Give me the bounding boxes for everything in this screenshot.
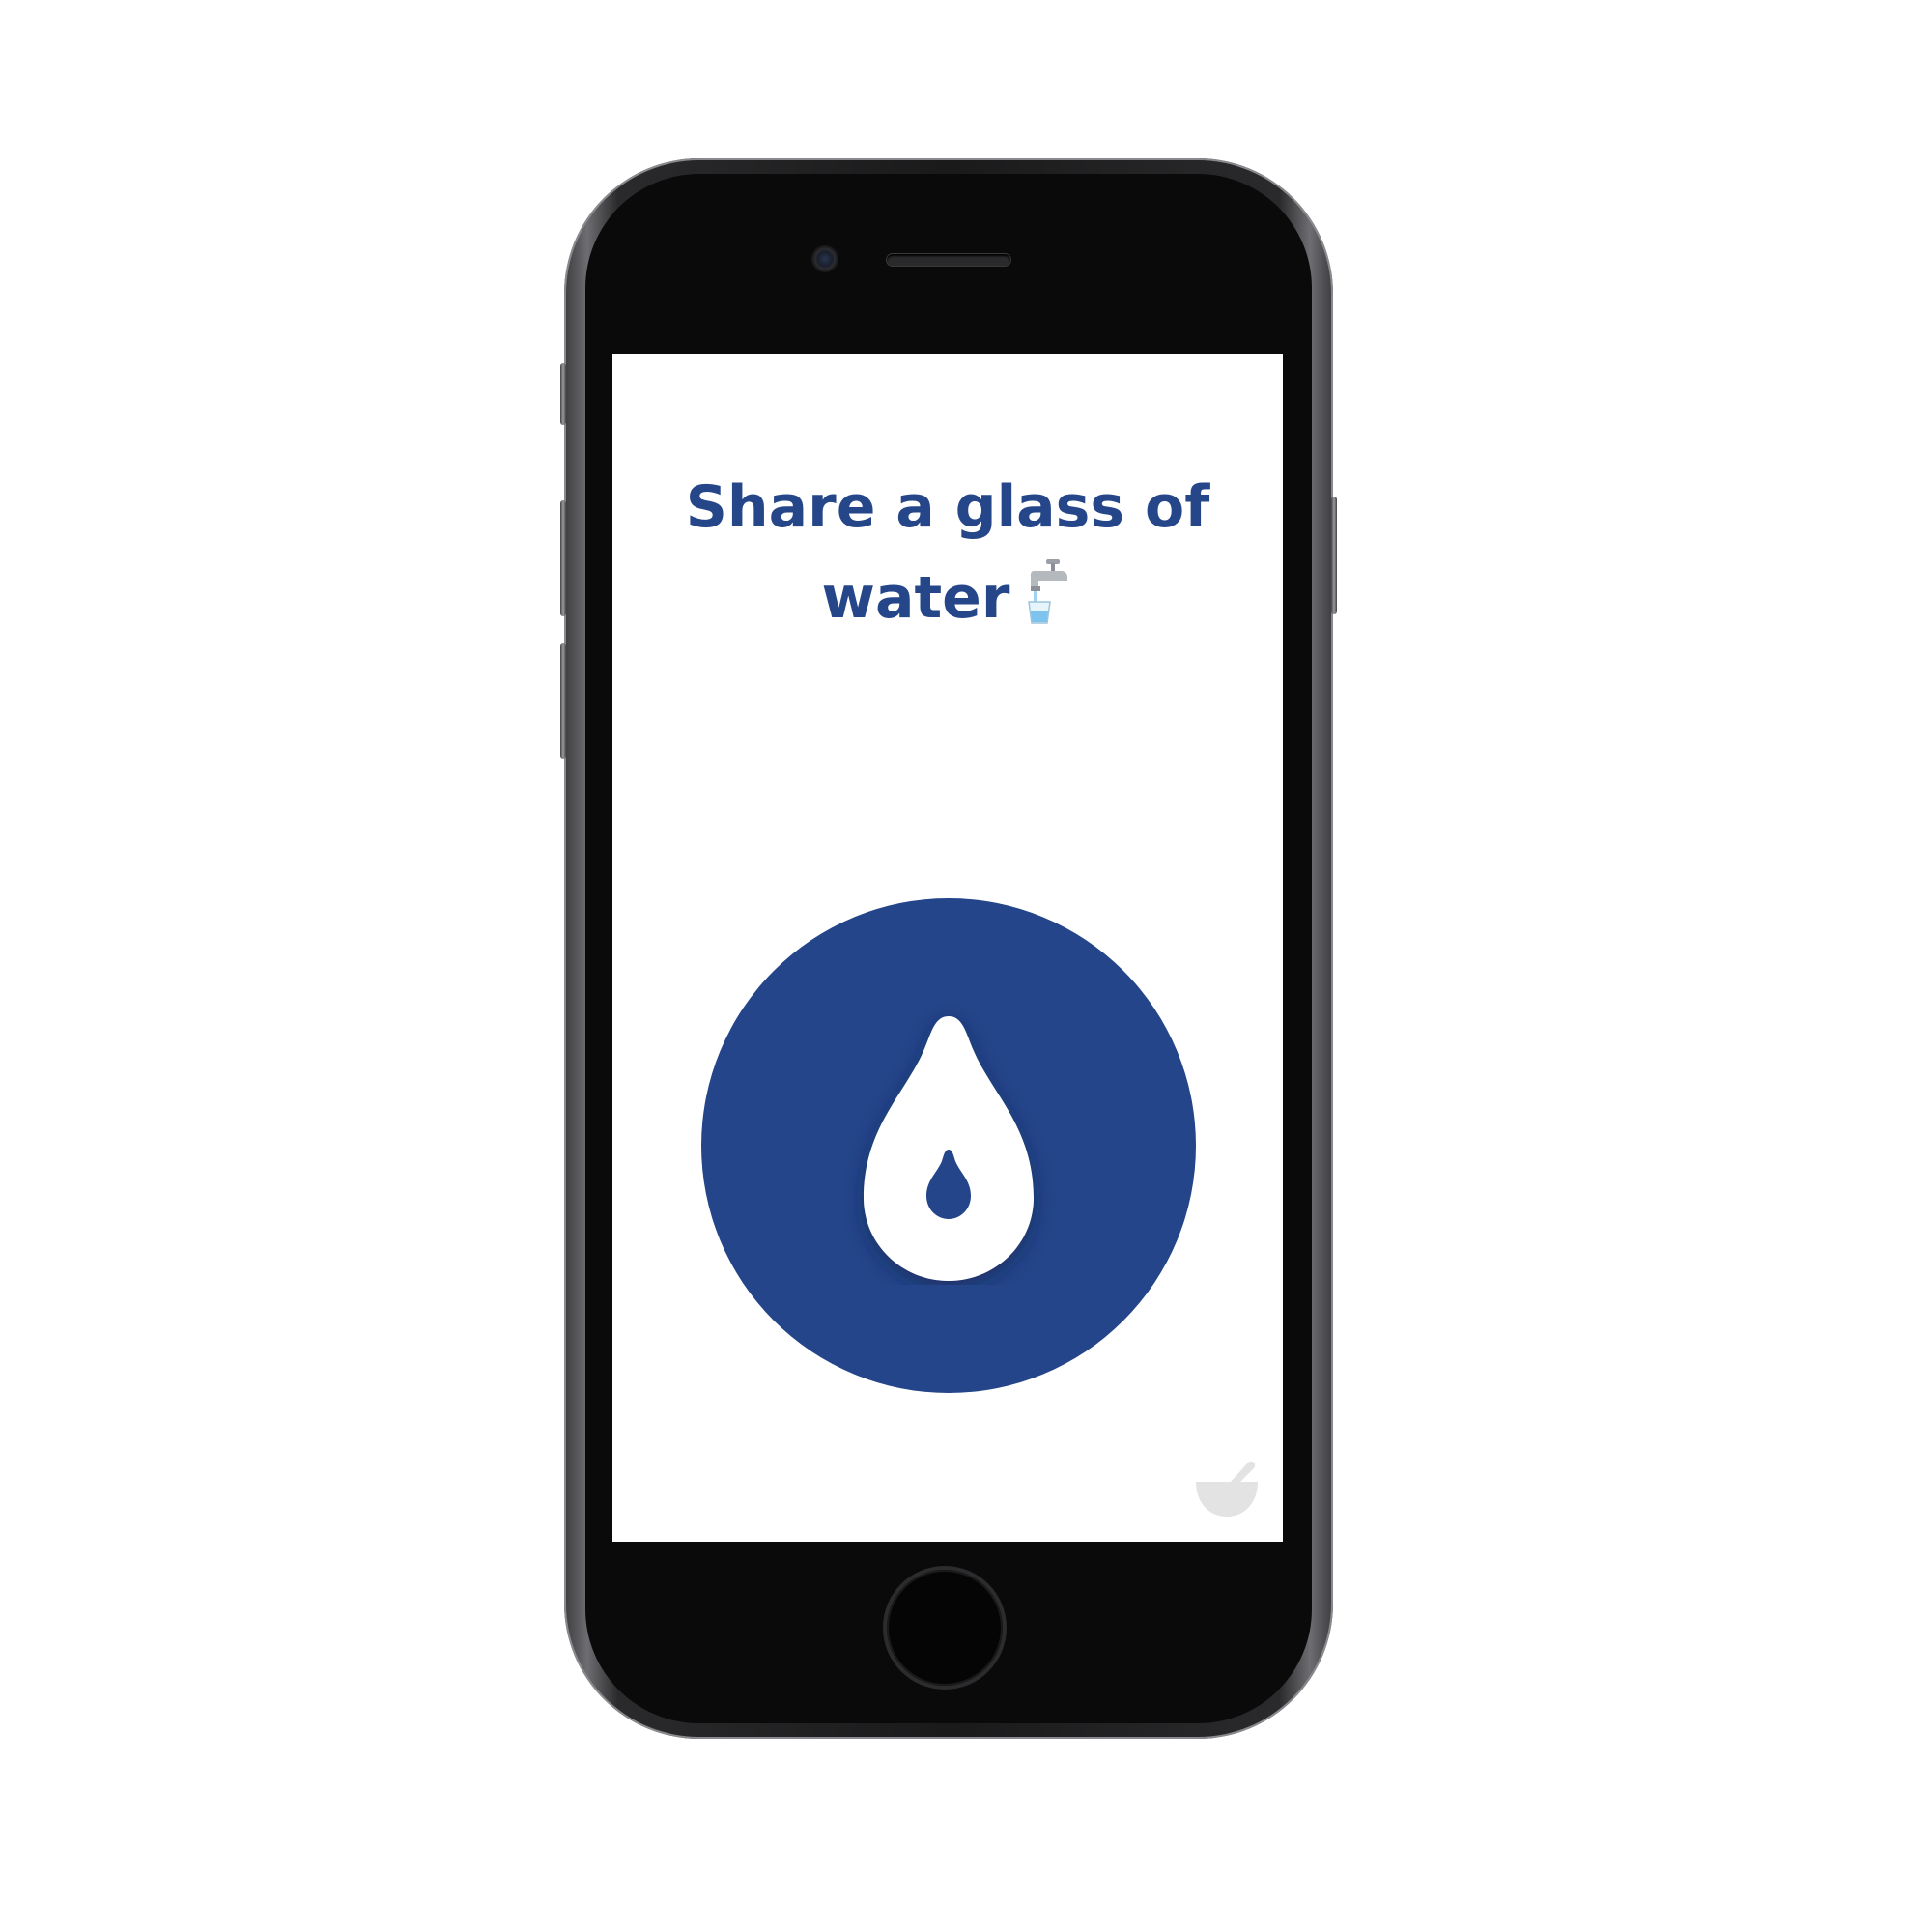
mute-switch (560, 363, 566, 425)
share-water-button[interactable] (701, 898, 1196, 1393)
title-line-2-text: water (821, 564, 1010, 632)
title-line-1: Share a glass of (685, 473, 1210, 541)
title-line-2: water (612, 553, 1283, 651)
canvas: Share a glass of water (0, 0, 1932, 1932)
front-camera (813, 247, 837, 270)
faucet-glass-icon (1025, 557, 1073, 651)
volume-down-button (560, 643, 566, 759)
power-button (1331, 497, 1337, 614)
home-button[interactable] (887, 1570, 1003, 1686)
page-title: Share a glass of water (612, 462, 1283, 651)
mortar-pestle-icon (1196, 1461, 1258, 1517)
app-screen: Share a glass of water (612, 354, 1283, 1542)
earpiece-speaker (887, 254, 1010, 266)
water-drop-icon (864, 1016, 1034, 1281)
volume-up-button (560, 500, 566, 616)
